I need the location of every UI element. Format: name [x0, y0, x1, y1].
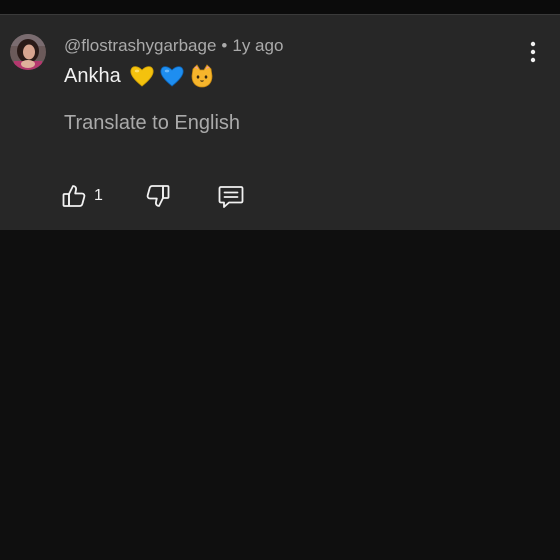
comment-time: 1y ago: [232, 36, 284, 55]
like-button[interactable]: 1: [60, 179, 103, 213]
translate-link[interactable]: Translate to English: [64, 112, 240, 135]
reply-comment-icon: [218, 186, 244, 208]
reply-button[interactable]: [216, 179, 246, 213]
top-strip: [0, 0, 560, 14]
more-vert-icon[interactable]: [522, 39, 544, 65]
thumbs-up-icon: [62, 185, 86, 207]
comment-actions: 1: [0, 179, 560, 213]
comment-meta: @flostrashygarbage • 1y ago: [64, 36, 283, 56]
comment-text: Ankha: [64, 62, 215, 90]
blue-heart-emoji-icon: [160, 66, 184, 87]
yellow-heart-emoji-icon: [130, 66, 154, 87]
avatar[interactable]: [10, 34, 46, 70]
thumbs-down-icon: [146, 185, 170, 207]
comment-card: @flostrashygarbage • 1y ago Ankha Translat…: [0, 14, 560, 230]
comment-body: Ankha: [64, 64, 121, 87]
cat-face-emoji-icon: [191, 64, 213, 88]
dislike-button[interactable]: [144, 179, 172, 213]
author-handle[interactable]: @flostrashygarbage: [64, 36, 216, 55]
meta-separator: •: [221, 36, 228, 55]
like-count: 1: [94, 187, 103, 204]
